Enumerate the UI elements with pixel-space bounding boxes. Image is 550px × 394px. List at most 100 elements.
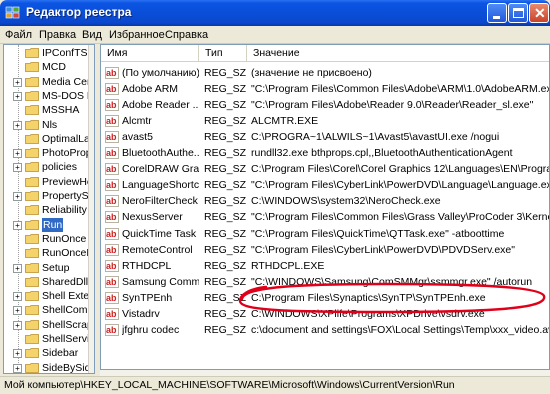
table-row[interactable]: ab RTHDCPL REG_SZ RTHDCPL.EXE [101, 258, 549, 274]
tree-item[interactable]: + Run [4, 217, 88, 232]
tree-item-label: Shell Exter [42, 290, 93, 303]
tree-item[interactable]: + ShellComp [4, 303, 93, 317]
tree-item[interactable]: ShellServic [4, 332, 94, 346]
folder-icon [25, 262, 39, 273]
tree-item[interactable]: + policies [4, 160, 88, 174]
tree-item[interactable]: + MS-DOS Er [4, 89, 94, 103]
title-bar[interactable]: Редактор реестра ✕ [0, 0, 550, 26]
folder-icon [25, 191, 39, 201]
close-button[interactable]: ✕ [529, 3, 549, 23]
folder-icon [25, 233, 39, 244]
expand-plus-icon[interactable]: + [13, 91, 22, 101]
column-header-type[interactable]: Тип [199, 45, 247, 62]
table-row[interactable]: ab NexusServer REG_SZ "C:\Program Files\Com… [101, 209, 549, 225]
tree-item[interactable]: + PropertySy [4, 189, 94, 203]
value-type: REG_SZ [204, 291, 247, 304]
tree-item[interactable]: MCD [4, 60, 88, 74]
expand-plus-icon[interactable]: + [13, 220, 22, 230]
expand-plus-icon[interactable]: + [13, 263, 22, 273]
menu-view[interactable]: Вид [82, 29, 102, 41]
expand-plus-icon[interactable]: + [13, 292, 22, 302]
table-row[interactable]: ab (По умолчанию) REG_SZ (значение не присв… [101, 65, 549, 81]
tree-item-label: PhotoProp [42, 147, 92, 160]
table-row[interactable]: abCorelDRAW Gra... REG_SZ C:\Program Files… [101, 161, 549, 177]
table-row[interactable]: ab BluetoothAuthe... REG_SZ rundll32.exe bt… [101, 145, 549, 161]
expand-plus-icon[interactable]: + [13, 149, 22, 159]
tree-item[interactable]: + ShellScrap [4, 318, 93, 332]
table-row[interactable]: ab Alcmtr REG_SZ ALCMTR.EXE [101, 113, 549, 129]
folder-icon [25, 148, 39, 158]
menu-file[interactable]: Файл [5, 29, 32, 41]
folder-icon [25, 119, 39, 130]
maximize-icon [513, 8, 524, 18]
folder-icon [25, 305, 39, 316]
table-row[interactable]: ab QuickTime Task REG_SZ "C:\Program Files\… [101, 226, 549, 242]
tree-item[interactable]: + Shell Exter [4, 289, 93, 303]
tree-item-label: policies [42, 161, 78, 174]
value-data: "C:\WINDOWS\Samsung\ComSMMgr\ssmmgr.exe"… [251, 275, 533, 288]
value-name: Samsung Comm... [122, 275, 199, 288]
tree-item[interactable]: RunOnce [4, 232, 88, 246]
value-name: CorelDRAW Gra... [122, 163, 199, 176]
value-name: Vistadrv [122, 307, 160, 320]
table-row[interactable]: ab SynTPEnh REG_SZ C:\Program Files\Synapti… [101, 290, 549, 306]
table-row[interactable]: abSamsung Comm... REG_SZ "C:\WINDOWS\Samsu… [101, 274, 549, 290]
value-data: c:\document and settings\FOX\Local Setti… [251, 323, 550, 336]
tree-item[interactable]: + Sidebar [4, 346, 88, 360]
tree-item-label: SharedDlls [42, 275, 94, 288]
expand-plus-icon[interactable]: + [13, 120, 22, 130]
table-row[interactable]: ab jfghru codec REG_SZ c:\document and sett… [101, 322, 550, 338]
tree-item[interactable]: + PhotoProp [4, 146, 92, 160]
folder-icon [25, 205, 39, 216]
close-icon: ✕ [534, 5, 546, 21]
tree-item[interactable]: RunOnceE [4, 246, 93, 260]
value-name: jfghru codec [122, 323, 180, 336]
tree-item[interactable]: MSSHA [4, 103, 88, 117]
tree-item[interactable]: Reliability [4, 203, 88, 217]
menu-help[interactable]: Справка [165, 29, 208, 41]
expand-plus-icon[interactable]: + [13, 306, 22, 316]
expand-plus-icon[interactable]: + [13, 163, 22, 173]
column-header-data[interactable]: Значение [247, 45, 549, 62]
expand-plus-icon[interactable]: + [13, 349, 22, 359]
expand-plus-icon[interactable]: + [13, 77, 22, 87]
tree-item[interactable]: + Nls [4, 118, 88, 132]
string-value-icon: ab [105, 227, 119, 240]
table-row[interactable]: abLanguageShortcut REG_SZ "C:\Program File… [101, 177, 549, 193]
maximize-button[interactable] [508, 3, 528, 23]
table-row[interactable]: ab Vistadrv REG_SZ C:\WINDOWS\XPlife\Progra… [101, 306, 549, 322]
string-value-icon: ab [105, 211, 119, 224]
menu-favorites[interactable]: Избранное [109, 29, 165, 41]
string-value-icon: ab [105, 243, 119, 256]
column-header-name[interactable]: Имя [101, 45, 199, 62]
tree-vertical-scrollbar[interactable] [88, 45, 94, 373]
expand-plus-icon[interactable]: + [13, 363, 22, 373]
folder-icon [25, 176, 39, 187]
tree-item[interactable]: OptimalLay [4, 132, 94, 146]
tree-item[interactable]: + Media Cen [4, 75, 93, 89]
menu-edit[interactable]: Правка [39, 29, 76, 41]
tree-item[interactable]: SharedDlls [4, 275, 93, 289]
values-list[interactable]: Имя Тип Значение ab (По умолчанию) REG_SZ(… [100, 44, 550, 370]
value-data: C:\PROGRA~1\ALWILS~1\Avast5\avastUI.exe … [251, 131, 500, 144]
tree-item[interactable]: + SideBySide [4, 361, 94, 373]
table-row[interactable]: ab NeroFilterCheck REG_SZ C:\WINDOWS\system… [101, 193, 549, 209]
tree-item[interactable]: IPConfTSP [4, 46, 94, 60]
minimize-button[interactable] [487, 3, 507, 23]
table-row[interactable]: ab RemoteControl REG_SZ "C:\Program Files\C… [101, 242, 549, 258]
tree-item-label: MCD [42, 61, 66, 74]
table-row[interactable]: ab Adobe Reader ... REG_SZ "C:\Program File… [101, 97, 549, 113]
tree-item-label: ShellComp [42, 304, 94, 317]
value-name: NexusServer [122, 211, 183, 224]
tree-item-label: ShellScrap [42, 318, 93, 331]
expand-plus-icon[interactable]: + [13, 192, 22, 201]
regedit-icon [5, 6, 20, 19]
table-row[interactable]: ab avast5 REG_SZ C:\PROGRA~1\ALWILS~1\Avast… [101, 129, 549, 145]
tree-item[interactable]: + Setup [4, 261, 88, 275]
folder-icon [25, 362, 39, 373]
tree-item[interactable]: PreviewHe [4, 175, 93, 189]
registry-tree[interactable]: IPConfTSP MCD + Media Cen + MS-DOS Er MSSHA + Nl… [3, 44, 95, 374]
folder-icon [25, 90, 39, 101]
table-row[interactable]: ab Adobe ARM REG_SZ "C:\Program Files\Commo… [101, 81, 549, 97]
expand-plus-icon[interactable]: + [13, 320, 22, 330]
